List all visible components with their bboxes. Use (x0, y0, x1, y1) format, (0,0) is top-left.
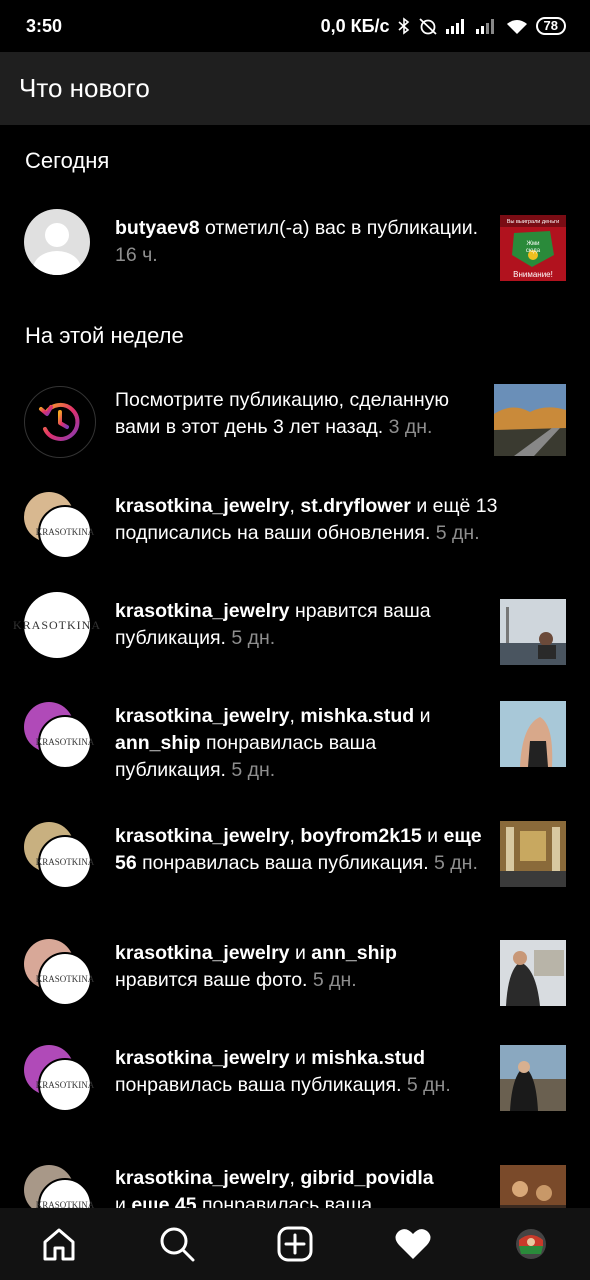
post-thumbnail[interactable] (500, 599, 566, 665)
app-header: Что нового (0, 52, 590, 125)
brand-logo: KRASOTKINA (36, 835, 94, 889)
nav-home[interactable] (29, 1214, 89, 1274)
username[interactable]: krasotkina_jewelry (115, 705, 290, 727)
thumb-text-1: Вы выиграли деньги (507, 219, 559, 225)
thumb-text-2: Жми (526, 241, 539, 247)
username[interactable]: boyfrom2k15 (300, 825, 421, 847)
username[interactable]: krasotkina_jewelry (115, 600, 290, 622)
notification-text: krasotkina_jewelry, st.dryflower и ещё 1… (115, 495, 498, 544)
battery-level: 78 (535, 17, 566, 35)
notification-text: krasotkina_jewelry и mishka.stud понрави… (115, 1047, 451, 1096)
wifi-icon (506, 19, 527, 34)
profile-avatar (516, 1229, 546, 1259)
nav-search[interactable] (147, 1214, 207, 1274)
username[interactable]: krasotkina_jewelry (115, 495, 290, 517)
alarm-off-icon (418, 18, 437, 35)
section-title-today: Сегодня (25, 148, 110, 173)
username[interactable]: krasotkina_jewelry (115, 825, 290, 847)
status-time: 3:50 (26, 15, 63, 36)
notification-text: Посмотрите публикацию, сделанную вами в … (115, 389, 449, 438)
username[interactable]: krasotkina_jewelry (115, 942, 290, 964)
notification-text: butyaev8 отметил(-а) вас в публикации. 1… (115, 217, 479, 266)
heart-icon (395, 1229, 431, 1259)
stacked-avatars[interactable]: KRASOTKINA (24, 492, 94, 562)
thumb-text-4: Внимание! (513, 270, 553, 279)
post-thumbnail[interactable]: Вы выиграли деньги Жми сюда Внимание! (500, 215, 566, 281)
post-thumbnail[interactable] (500, 940, 566, 1006)
brand-logo: KRASOTKINA (13, 592, 100, 658)
brand-logo: KRASOTKINA (36, 505, 94, 559)
post-thumbnail[interactable] (500, 821, 566, 887)
network-speed: 0,0 КБ/с (320, 15, 390, 36)
section-title-this-week: На этой неделе (25, 323, 184, 348)
notification-text: krasotkina_jewelry, mishka.stud и ann_sh… (115, 705, 431, 781)
nav-profile[interactable] (501, 1214, 561, 1274)
nav-add-post[interactable] (265, 1214, 325, 1274)
home-icon (43, 1228, 75, 1261)
stacked-avatars[interactable]: KRASOTKINA (24, 1045, 94, 1115)
stacked-avatars[interactable]: KRASOTKINA (24, 822, 94, 892)
notification-text: krasotkina_jewelry, boyfrom2k15 и еще 56… (115, 825, 482, 874)
username[interactable]: krasotkina_jewelry (115, 1047, 290, 1069)
signal-2-icon (475, 19, 494, 34)
notification-time: 5 дн. (225, 759, 276, 781)
notification-time: 5 дн. (307, 969, 357, 991)
notification-time: 5 дн. (428, 852, 478, 874)
username[interactable]: krasotkina_jewelry (115, 1167, 290, 1189)
user-avatar[interactable]: KRASOTKINA (13, 592, 100, 660)
username[interactable]: st.dryflower (300, 495, 411, 517)
search-icon (160, 1227, 195, 1262)
brand-logo: KRASOTKINA (36, 952, 94, 1006)
memories-icon (39, 402, 80, 441)
stacked-avatars[interactable]: KRASOTKINA (24, 939, 94, 1009)
brand-logo: KRASOTKINA (36, 715, 94, 769)
post-thumbnail[interactable] (500, 701, 566, 767)
notification-time: 5 дн. (430, 522, 480, 544)
post-thumbnail[interactable] (500, 1045, 566, 1111)
notification-text: krasotkina_jewelry и ann_ship нравится в… (115, 942, 397, 991)
username[interactable]: gibrid_povidla (300, 1167, 433, 1189)
notification-time: 5 дн. (225, 627, 276, 649)
notification-text: krasotkina_jewelry нравится ваша публика… (115, 600, 431, 649)
nav-activity[interactable] (383, 1214, 443, 1274)
status-bar: 3:50 0,0 КБ/с 78 (0, 0, 590, 52)
username[interactable]: mishka.stud (311, 1047, 425, 1069)
brand-logo: KRASOTKINA (36, 1058, 94, 1112)
page-title: Что нового (19, 73, 150, 103)
bluetooth-icon (397, 17, 409, 35)
notification-time: 5 дн. (401, 1074, 451, 1096)
thumb-text-3: сюда (526, 248, 541, 254)
username[interactable]: butyaev8 (115, 217, 200, 239)
user-avatar[interactable] (24, 209, 92, 277)
username[interactable]: mishka.stud (300, 705, 414, 727)
username[interactable]: ann_ship (311, 942, 397, 964)
username[interactable]: ann_ship (115, 732, 201, 754)
memories-icon-wrap (24, 386, 96, 458)
signal-icon (445, 19, 464, 34)
add-post-icon (277, 1226, 313, 1262)
notification-time: 3 дн. (383, 416, 433, 438)
post-thumbnail[interactable] (494, 384, 566, 456)
bottom-navigation (0, 1208, 590, 1280)
notification-time: 16 ч. (115, 244, 158, 266)
stacked-avatars[interactable]: KRASOTKINA (24, 702, 94, 772)
